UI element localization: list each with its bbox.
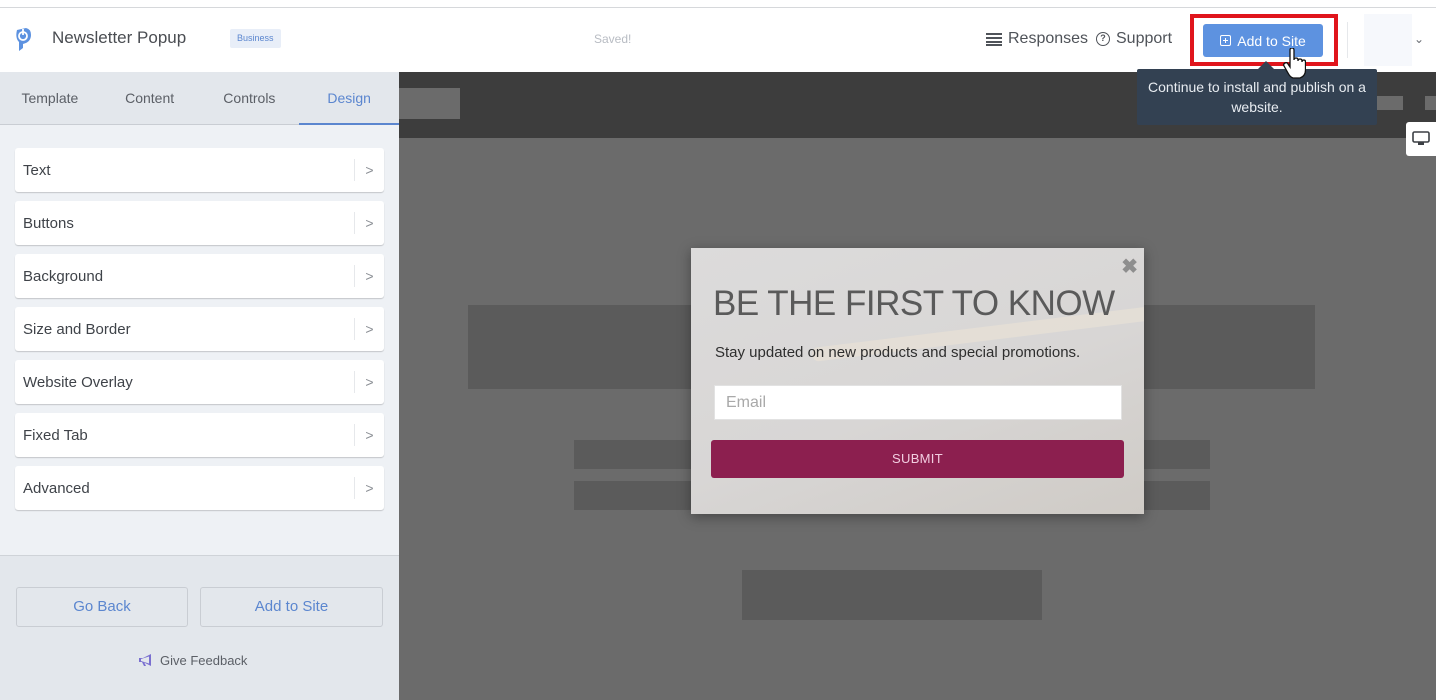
popup-headline: BE THE FIRST TO KNOW [713, 284, 1115, 323]
plus-square-icon [1220, 35, 1232, 46]
chevron-right-icon: > [354, 318, 384, 340]
sidebar-footer: Go Back Add to Site Give Feedback [0, 555, 399, 700]
placeholder-block [1425, 96, 1436, 110]
menu-item-buttons[interactable]: Buttons > [15, 201, 384, 245]
close-icon[interactable]: ✖ [1121, 254, 1138, 279]
menu-item-background[interactable]: Background > [15, 254, 384, 298]
tab-template[interactable]: Template [0, 72, 100, 124]
placeholder-block [399, 88, 460, 119]
responses-label: Responses [1008, 30, 1089, 47]
support-label: Support [1116, 30, 1173, 47]
give-feedback-link[interactable]: Give Feedback [138, 653, 247, 668]
support-link[interactable]: ? Support [1096, 30, 1172, 48]
go-back-button[interactable]: Go Back [16, 587, 188, 627]
responses-link[interactable]: Responses [986, 30, 1088, 48]
tab-design[interactable]: Design [299, 72, 399, 125]
design-sidebar: Template Content Controls Design Text > … [0, 72, 399, 700]
list-icon [986, 32, 1002, 46]
chevron-right-icon: > [354, 477, 384, 499]
power-logo-icon[interactable] [13, 26, 33, 52]
menu-item-advanced[interactable]: Advanced > [15, 466, 384, 510]
megaphone-icon [139, 654, 151, 666]
placeholder-block [1376, 96, 1403, 110]
window-top-strip [0, 0, 1436, 8]
menu-item-label: Size and Border [23, 320, 131, 338]
menu-item-label: Website Overlay [23, 373, 133, 391]
design-menu: Text > Buttons > Background > Size and B… [15, 148, 384, 519]
desktop-preview-toggle[interactable] [1406, 122, 1436, 156]
menu-item-text[interactable]: Text > [15, 148, 384, 192]
tooltip-arrow [1258, 61, 1274, 69]
menu-item-label: Background [23, 267, 104, 285]
add-to-site-label: Add to Site [1237, 32, 1306, 49]
help-circle-icon: ? [1096, 32, 1110, 46]
desktop-monitor-icon [1412, 131, 1430, 145]
chevron-right-icon: > [354, 212, 384, 234]
sidebar-tabs: Template Content Controls Design [0, 72, 399, 125]
hand-pointer-cursor-icon [1283, 48, 1306, 79]
newsletter-popup: ✖ BE THE FIRST TO KNOW Stay updated on n… [691, 248, 1144, 514]
website-preview: ✖ BE THE FIRST TO KNOW Stay updated on n… [399, 72, 1436, 700]
menu-item-label: Text [23, 161, 51, 179]
tab-controls[interactable]: Controls [200, 72, 300, 124]
chevron-right-icon: > [354, 265, 384, 287]
give-feedback-label: Give Feedback [160, 653, 248, 668]
menu-item-website-overlay[interactable]: Website Overlay > [15, 360, 384, 404]
account-avatar[interactable] [1364, 14, 1412, 66]
app-root: Newsletter Popup Business Saved! Respons… [0, 0, 1436, 700]
header-divider [1347, 22, 1348, 58]
add-to-site-tooltip: Continue to install and publish on a web… [1137, 69, 1377, 125]
menu-item-label: Buttons [23, 214, 74, 232]
chevron-right-icon: > [354, 424, 384, 446]
app-title: Newsletter Popup [52, 28, 187, 47]
chevron-right-icon: > [354, 371, 384, 393]
menu-item-size-and-border[interactable]: Size and Border > [15, 307, 384, 351]
top-header: Newsletter Popup Business Saved! Respons… [0, 8, 1436, 72]
menu-item-label: Advanced [23, 479, 90, 497]
chevron-down-icon[interactable]: ⌄ [1414, 32, 1424, 46]
chevron-right-icon: > [354, 159, 384, 181]
save-status: Saved! [594, 32, 632, 46]
footer-add-to-site-button[interactable]: Add to Site [200, 587, 383, 627]
submit-button[interactable]: SUBMIT [711, 440, 1124, 478]
tab-content[interactable]: Content [100, 72, 200, 124]
placeholder-button-block [742, 570, 1042, 620]
email-input[interactable] [714, 385, 1122, 420]
plan-badge: Business [230, 29, 281, 48]
menu-item-label: Fixed Tab [23, 426, 88, 444]
menu-item-fixed-tab[interactable]: Fixed Tab > [15, 413, 384, 457]
popup-subheadline: Stay updated on new products and special… [715, 344, 1081, 361]
